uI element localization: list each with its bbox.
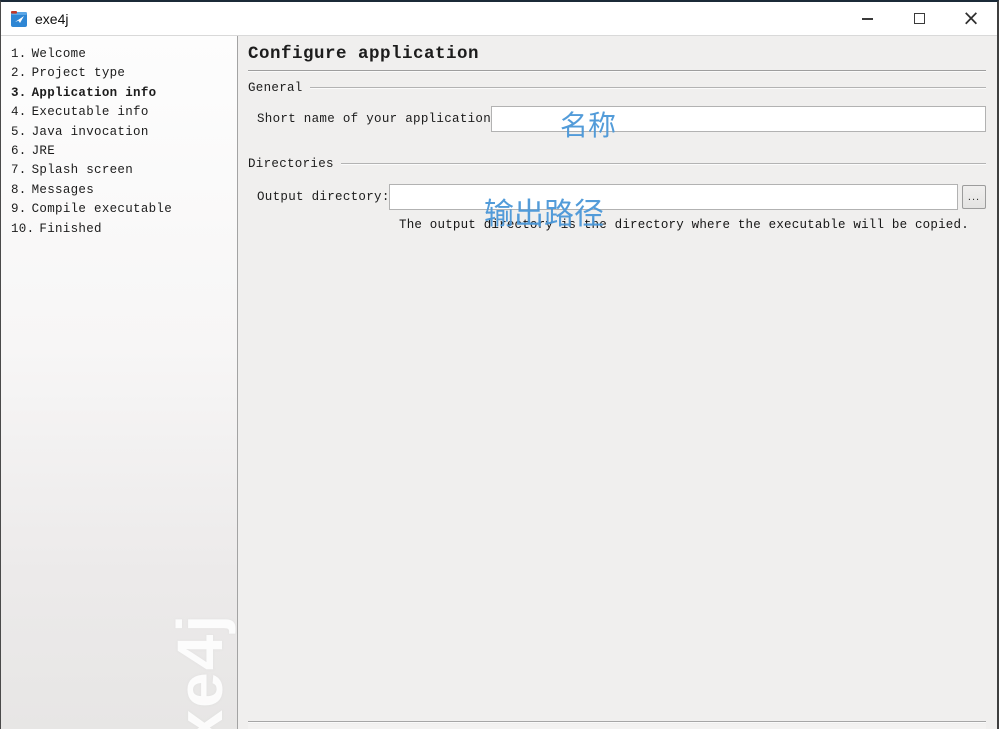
output-directory-label: Output directory: [257, 190, 389, 204]
bottom-strip [248, 724, 986, 729]
minimize-button[interactable] [841, 2, 893, 35]
section-directories-title: Directories [248, 157, 334, 171]
output-directory-help: The output directory is the directory wh… [399, 218, 986, 232]
sidebar-item-messages[interactable]: 8.Messages [11, 181, 237, 200]
section-general-title: General [248, 81, 303, 95]
section-general-header: General [248, 81, 986, 95]
output-directory-input[interactable] [389, 184, 958, 210]
maximize-button[interactable] [893, 2, 945, 35]
sidebar-item-welcome[interactable]: 1.Welcome [11, 45, 237, 64]
browse-button[interactable]: ... [962, 185, 986, 209]
window-title: exe4j [35, 11, 68, 27]
section-directories-rule [341, 163, 986, 165]
step-label: Welcome [32, 47, 87, 61]
step-label: Java invocation [32, 125, 149, 139]
ellipsis-icon: ... [968, 192, 980, 202]
exe4j-window: exe4j × 1.Welcome 2.Project type 3.Appli… [0, 0, 999, 729]
close-button[interactable]: × [945, 2, 997, 35]
title-rule [248, 70, 986, 72]
step-label: Splash screen [32, 163, 133, 177]
bottom-separator [248, 721, 986, 723]
sidebar-item-project-type[interactable]: 2.Project type [11, 64, 237, 83]
section-directories-header: Directories [248, 157, 986, 171]
step-label: Executable info [32, 105, 149, 119]
step-label: Messages [32, 183, 94, 197]
maximize-icon [914, 13, 925, 24]
window-controls: × [841, 2, 997, 35]
wizard-steps-sidebar: 1.Welcome 2.Project type 3.Application i… [1, 36, 238, 729]
sidebar-item-executable-info[interactable]: 4.Executable info [11, 103, 237, 122]
step-label: Project type [32, 66, 126, 80]
sidebar-item-compile-executable[interactable]: 9.Compile executable [11, 200, 237, 219]
sidebar-item-splash-screen[interactable]: 7.Splash screen [11, 161, 237, 180]
sidebar-item-application-info[interactable]: 3.Application info [11, 84, 237, 103]
step-label: Application info [32, 86, 157, 100]
short-name-row: Short name of your application: [257, 106, 986, 132]
section-general-rule [310, 87, 986, 89]
app-icon [11, 11, 28, 27]
step-label: Finished [39, 222, 101, 236]
output-directory-row: Output directory: ... [257, 184, 986, 210]
page-title: Configure application [248, 44, 986, 64]
step-label: JRE [32, 144, 55, 158]
main-panel: Configure application General Short name… [238, 36, 997, 729]
short-name-input[interactable] [491, 106, 986, 132]
short-name-label: Short name of your application: [257, 112, 491, 126]
title-bar: exe4j × [1, 2, 997, 36]
close-icon: × [962, 8, 980, 29]
sidebar-item-java-invocation[interactable]: 5.Java invocation [11, 123, 237, 142]
minimize-icon [862, 18, 873, 20]
sidebar-item-jre[interactable]: 6.JRE [11, 142, 237, 161]
exe4j-watermark: exe4j [163, 613, 237, 729]
sidebar-item-finished[interactable]: 10.Finished [11, 220, 237, 239]
step-label: Compile executable [32, 202, 172, 216]
